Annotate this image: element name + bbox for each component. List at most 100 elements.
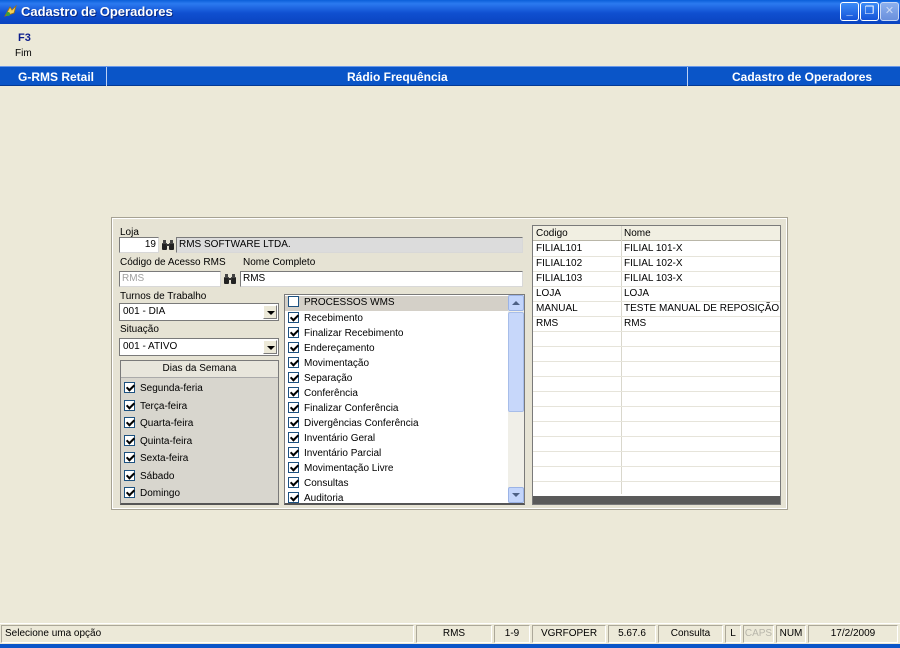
- situacao-select[interactable]: 001 - ATIVO: [119, 338, 279, 356]
- grid-cell[interactable]: MANUAL: [536, 302, 578, 316]
- checkbox-icon[interactable]: [288, 462, 299, 473]
- codigo-acesso-input[interactable]: RMS: [119, 271, 221, 287]
- grid-cell[interactable]: LOJA: [536, 287, 561, 301]
- checkbox-icon[interactable]: [288, 402, 299, 413]
- minimize-button[interactable]: _: [840, 2, 859, 21]
- day-checkbox[interactable]: Quarta-feira: [124, 417, 193, 433]
- status-range: 1-9: [494, 625, 530, 643]
- day-checkbox[interactable]: Sexta-feira: [124, 452, 188, 468]
- checkbox-icon[interactable]: [124, 382, 135, 393]
- list-item[interactable]: Movimentação: [288, 357, 369, 372]
- nome-completo-input[interactable]: RMS: [240, 271, 523, 287]
- grid-row-line: [533, 346, 780, 347]
- processos-list[interactable]: PROCESSOS WMS Recebimento Finalizar Rece…: [284, 294, 525, 505]
- list-item[interactable]: Movimentação Livre: [288, 462, 393, 477]
- chevron-down-icon[interactable]: [263, 305, 277, 319]
- list-item[interactable]: Finalizar Recebimento: [288, 327, 404, 342]
- grid-cell[interactable]: FILIAL102: [536, 257, 582, 271]
- status-mode: Consulta: [658, 625, 723, 643]
- grid-cell[interactable]: FILIAL103: [536, 272, 582, 286]
- grid-footer-bar: [533, 496, 780, 504]
- checkbox-icon[interactable]: [124, 417, 135, 428]
- checkbox-icon[interactable]: [288, 387, 299, 398]
- loja-name-field: RMS SOFTWARE LTDA.: [176, 237, 523, 253]
- window-title: Cadastro de Operadores: [21, 4, 173, 19]
- checkbox-icon[interactable]: [124, 435, 135, 446]
- turnos-select[interactable]: 001 - DIA: [119, 303, 279, 321]
- close-button[interactable]: ✕: [880, 2, 899, 21]
- list-item[interactable]: Conferência: [288, 387, 358, 402]
- day-checkbox[interactable]: Segunda-feria: [124, 382, 203, 398]
- grid-column-nome[interactable]: Nome: [624, 227, 651, 241]
- app-icon: [4, 4, 17, 17]
- day-checkbox[interactable]: Sábado: [124, 470, 174, 486]
- checkbox-icon[interactable]: [288, 312, 299, 323]
- grid-row-line: [533, 406, 780, 407]
- scroll-up-icon[interactable]: [508, 295, 524, 311]
- day-checkbox[interactable]: Quinta-feira: [124, 435, 192, 451]
- binoculars-icon[interactable]: [223, 273, 237, 285]
- lojas-grid[interactable]: Codigo Nome FILIAL101 FILIAL 101-X FILIA…: [532, 225, 781, 505]
- checkbox-icon[interactable]: [288, 296, 299, 307]
- list-item[interactable]: Inventário Parcial: [288, 447, 381, 462]
- grid-cell[interactable]: TESTE MANUAL DE REPOSIÇÃO 200: [624, 302, 779, 316]
- grid-cell[interactable]: FILIAL 102-X: [624, 257, 779, 271]
- status-version: 5.67.6: [608, 625, 656, 643]
- scroll-down-icon[interactable]: [508, 487, 524, 503]
- checkbox-icon[interactable]: [288, 417, 299, 428]
- checkbox-icon[interactable]: [288, 327, 299, 338]
- checkbox-icon[interactable]: [288, 357, 299, 368]
- status-user: RMS: [416, 625, 492, 643]
- situacao-value: 001 - ATIVO: [123, 341, 178, 352]
- maximize-button[interactable]: ❐: [860, 2, 879, 21]
- grid-cell[interactable]: FILIAL101: [536, 242, 582, 256]
- checkbox-icon[interactable]: [288, 477, 299, 488]
- process-label: Separação: [304, 373, 353, 384]
- f3-label[interactable]: Fim: [15, 48, 32, 59]
- checkbox-icon[interactable]: [288, 342, 299, 353]
- nome-completo-label: Nome Completo: [243, 257, 316, 268]
- dias-semana-box: Dias da Semana Segunda-feria Terça-feira…: [120, 360, 279, 505]
- process-label: Movimentação Livre: [304, 463, 394, 474]
- checkbox-icon[interactable]: [124, 487, 135, 498]
- list-item[interactable]: Divergências Conferência: [288, 417, 419, 432]
- grid-column-codigo[interactable]: Codigo: [536, 227, 568, 241]
- list-item[interactable]: Recebimento: [288, 312, 363, 327]
- day-checkbox[interactable]: Domingo: [124, 487, 180, 503]
- codigo-acesso-label: Código de Acesso RMS: [120, 257, 226, 268]
- checkbox-icon[interactable]: [124, 452, 135, 463]
- grid-row-line: [533, 481, 780, 482]
- scroll-thumb[interactable]: [508, 312, 524, 412]
- chevron-down-icon[interactable]: [263, 340, 277, 354]
- list-item[interactable]: Auditoria: [288, 492, 343, 507]
- list-item[interactable]: Endereçamento: [288, 342, 375, 357]
- grid-cell[interactable]: RMS: [536, 317, 558, 331]
- grid-cell[interactable]: FILIAL 103-X: [624, 272, 779, 286]
- checkbox-icon[interactable]: [288, 372, 299, 383]
- checkbox-icon[interactable]: [288, 492, 299, 503]
- list-item[interactable]: Consultas: [288, 477, 348, 492]
- checkbox-icon[interactable]: [288, 432, 299, 443]
- loja-code-input[interactable]: 19: [119, 237, 159, 253]
- checkbox-icon[interactable]: [288, 447, 299, 458]
- checkbox-icon[interactable]: [124, 400, 135, 411]
- list-item[interactable]: Separação: [288, 372, 352, 387]
- day-label: Terça-feira: [140, 401, 188, 412]
- process-label: Recebimento: [304, 313, 363, 324]
- checkbox-icon[interactable]: [124, 470, 135, 481]
- grid-cell[interactable]: LOJA: [624, 287, 779, 301]
- processos-scrollbar[interactable]: [508, 295, 524, 503]
- header-divider: [687, 67, 688, 86]
- list-item[interactable]: Finalizar Conferência: [288, 402, 399, 417]
- restore-icon: ❐: [864, 5, 875, 17]
- processos-header-row[interactable]: PROCESSOS WMS: [285, 296, 509, 311]
- process-label: Movimentação: [304, 358, 370, 369]
- list-item[interactable]: Inventário Geral: [288, 432, 375, 447]
- day-checkbox[interactable]: Terça-feira: [124, 400, 187, 416]
- f3-key[interactable]: F3: [18, 32, 31, 44]
- grid-cell[interactable]: FILIAL 101-X: [624, 242, 779, 256]
- grid-cell[interactable]: RMS: [624, 317, 779, 331]
- binoculars-icon[interactable]: [161, 239, 175, 251]
- header-screen: Cadastro de Operadores: [732, 70, 873, 84]
- status-date: 17/2/2009: [808, 625, 898, 643]
